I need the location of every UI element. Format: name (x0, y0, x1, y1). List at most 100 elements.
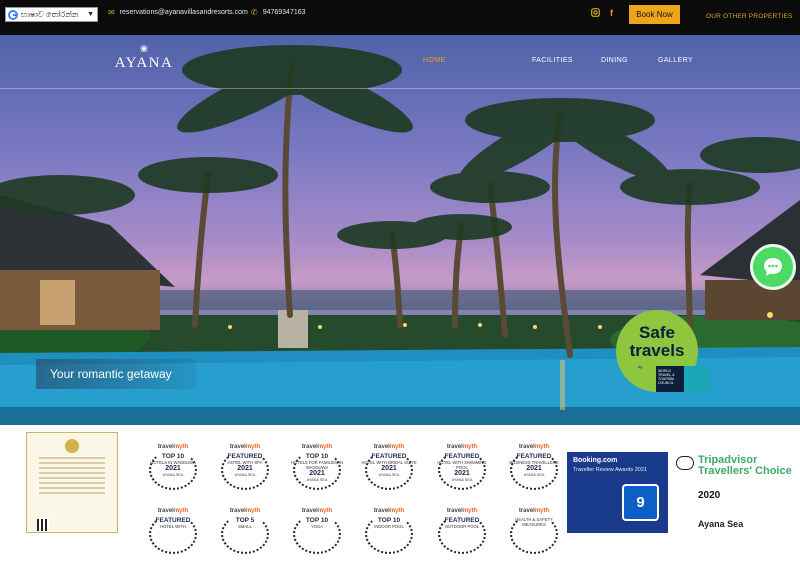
travelmyth-badge: travelmyth FEATURED HOTEL WITH SPA 2021 AYAN… (215, 444, 275, 498)
travelmyth-brand-b: myth (245, 444, 261, 450)
badge-category: OUTDOOR POOL (444, 524, 480, 529)
travelmyth-brand-b: myth (245, 508, 261, 514)
badge-category: SMALL (238, 524, 252, 529)
safe-travels-by: by (638, 364, 643, 369)
chat-button[interactable] (750, 244, 796, 290)
travelmyth-badge: travelmyth TOP 10 HOTELS IN WADDUWA 2021 AYA… (143, 444, 203, 498)
qr-code-icon (37, 519, 49, 531)
badge-year: 2021 (454, 470, 470, 477)
badge-category: HOTELS FOR FAMILIES IN WADDUWA (290, 460, 344, 470)
badge-rank: FEATURED (155, 517, 191, 524)
lotus-icon: ❀ (139, 44, 149, 55)
travelmyth-brand-b: myth (534, 508, 550, 514)
badge-rank: TOP 10 (161, 453, 185, 460)
badge-rank: FEATURED (444, 453, 480, 460)
badge-category: HEALTH & SAFETY MEASURES (515, 517, 553, 527)
envelope-icon: ✉ (108, 8, 115, 17)
hero-tagline: Your romantic getaway (36, 359, 196, 389)
badge-category: INDOOR POOL (374, 524, 404, 529)
awards-strip: travelmyth TOP 10 HOTELS IN WADDUWA 2021 AYA… (0, 425, 800, 554)
badge-rank: FEATURED (227, 453, 263, 460)
safe-travels-line2: travels (629, 341, 685, 360)
email-link[interactable]: ✉ reservations@ayanavillasandresorts.com (108, 8, 248, 17)
badge-owner: AYANA SEA (162, 473, 184, 477)
badge-owner: AYANA SEA (378, 473, 400, 477)
tripadvisor-hotel: Ayana Sea (698, 519, 744, 529)
badge-rank: TOP 5 (235, 517, 255, 524)
badge-year: 2021 (309, 470, 325, 477)
language-label: භාෂාව තෝරන්න (21, 9, 79, 19)
travelmyth-badge: travelmyth FEATURED HOTEL WITH BRIDAL SUIT… (359, 444, 419, 498)
badge-rank: FEATURED (444, 517, 480, 524)
nav-dining[interactable]: DINING (601, 57, 628, 64)
badge-rank: TOP 10 (305, 517, 329, 524)
badge-rank: FEATURED (516, 453, 552, 460)
other-properties-link[interactable]: OUR OTHER PROPERTIES (706, 13, 793, 20)
badge-rank: TOP 10 (377, 517, 401, 524)
travelmyth-badge: travelmyth TOP 10 INDOOR POOL (359, 508, 419, 562)
safe-travels-line1: Safe (639, 323, 675, 342)
travelmyth-brand-b: myth (462, 508, 478, 514)
travelmyth-brand-b: myth (534, 444, 550, 450)
facebook-icon[interactable]: f (610, 8, 613, 18)
nav-home[interactable]: HOME (423, 57, 446, 64)
phone-icon: ✆ (251, 8, 258, 17)
booking-award: Booking.com Traveller Review Awards 2021… (567, 452, 668, 533)
travelmyth-brand-b: myth (317, 508, 333, 514)
booking-title: Booking.com (573, 457, 618, 464)
travelmyth-brand-b: myth (173, 444, 189, 450)
language-select[interactable]: භාෂාව තෝරන්න ▼ (5, 7, 98, 22)
hero-banner: ❀ AYANA HOME FACILITIES DINING GALLERY Y… (0, 35, 800, 425)
phone-link[interactable]: ✆ 94769347163 (251, 8, 306, 17)
logo-text: AYANA (114, 55, 174, 71)
travelmyth-badge: travelmyth FEATURED OUTDOOR POOL (432, 508, 492, 562)
book-now-button[interactable]: Book Now (629, 5, 680, 24)
travelmyth-brand-b: myth (317, 444, 333, 450)
travelmyth-brand-b: myth (389, 444, 405, 450)
nav-facilities[interactable]: FACILITIES (532, 57, 573, 64)
google-icon (8, 9, 18, 20)
travelmyth-badge: travelmyth FEATURED HOTEL WITH (143, 508, 203, 562)
instagram-icon[interactable] (591, 8, 600, 19)
top-bar: භාෂාව තෝරන්න ▼ ✉ reservations@ayanavilla… (0, 0, 800, 35)
safety-certificate (26, 432, 118, 533)
seal-icon (65, 439, 79, 453)
nav-gallery[interactable]: GALLERY (658, 57, 693, 64)
badge-rank: FEATURED (371, 453, 407, 460)
tripadvisor-award: Tripadvisor Travellers' Choice 2020 Ayan… (672, 452, 800, 533)
travelmyth-badge: travelmyth TOP 10 YOGA (287, 508, 347, 562)
badge-year: 2021 (237, 465, 253, 472)
badge-owner: AYANA SEA (234, 473, 256, 477)
email-text: reservations@ayanavillasandresorts.com (119, 9, 248, 16)
wttc-logo: WORLD TRAVEL & TOURISM COUNCIL (656, 366, 684, 392)
travelmyth-brand-b: myth (389, 508, 405, 514)
travelmyth-badge: travelmyth TOP 10 HOTELS FOR FAMILIES IN W… (287, 444, 347, 498)
travelmyth-badge: travelmyth HEALTH & SAFETY MEASURES (504, 508, 564, 562)
badge-category: YOGA (310, 524, 324, 529)
badge-owner: AYANA SEA (523, 473, 545, 477)
travelmyth-badge: travelmyth FEATURED HOTEL WITH SWIMMING PO… (432, 444, 492, 498)
tripadvisor-year: 2020 (698, 490, 721, 501)
chevron-down-icon: ▼ (87, 11, 94, 18)
booking-subtitle: Traveller Review Awards 2021 (573, 467, 647, 473)
tripadvisor-title: Tripadvisor Travellers' Choice (698, 454, 792, 477)
partner-logo (684, 366, 710, 392)
booking-score: 9 (622, 484, 659, 521)
badge-year: 2021 (526, 465, 542, 472)
travelmyth-badge: travelmyth FEATURED BUSINESS TRAVELLERS 202… (504, 444, 564, 498)
badge-owner: AYANA SEA (451, 478, 473, 482)
nav-divider (0, 88, 800, 89)
badge-category: HOTEL WITH SWIMMING POOL (437, 460, 487, 470)
badge-year: 2021 (165, 465, 181, 472)
badge-category: HOTEL WITH (160, 524, 186, 529)
badge-owner: AYANA SEA (306, 478, 328, 482)
tripadvisor-owl-icon (676, 456, 694, 470)
badge-year: 2021 (381, 465, 397, 472)
travelmyth-brand-b: myth (173, 508, 189, 514)
chat-bubble-icon (764, 258, 782, 276)
travelmyth-brand-b: myth (462, 444, 478, 450)
phone-text: 94769347163 (262, 9, 306, 16)
travelmyth-badge: travelmyth TOP 5 SMALL (215, 508, 275, 562)
badge-rank: TOP 10 (305, 453, 329, 460)
ayana-logo[interactable]: ❀ AYANA (114, 45, 174, 85)
